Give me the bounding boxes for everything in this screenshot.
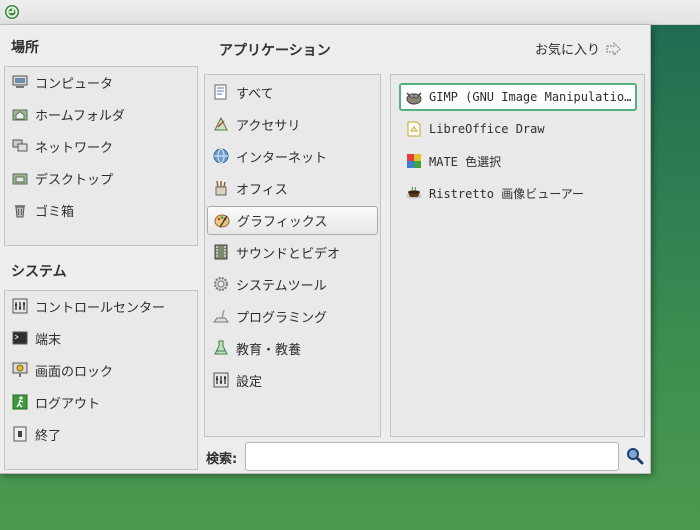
system-control-center[interactable]: コントロールセンター [11,294,165,318]
gimp-icon [405,88,423,106]
app-gimp-label: GIMP (GNU Image Manipulatio… [429,90,632,104]
category-all[interactable]: すべて [212,80,274,104]
applications-title: アプリケーション [219,43,331,59]
system-lock-screen[interactable]: 画面のロック [11,358,113,382]
film-icon [212,243,230,261]
app-libreoffice-draw-label: LibreOffice Draw [429,122,545,136]
settings-icon [212,371,230,389]
desktop-folder-icon [11,169,29,187]
category-graphics[interactable]: グラフィックス [207,206,378,235]
category-office[interactable]: オフィス [212,176,288,200]
control-center-icon [11,297,29,315]
place-computer-label: コンピュータ [35,76,114,92]
office-icon [212,179,230,197]
programming-icon [212,307,230,325]
place-desktop-label: デスクトップ [35,172,114,188]
top-panel [0,0,700,25]
system-control-center-label: コントロールセンター [35,300,166,316]
gear-icon [212,275,230,293]
category-settings[interactable]: 設定 [212,368,262,392]
palette-icon [213,212,231,230]
mate-menu-icon[interactable] [3,3,21,21]
category-sound-video[interactable]: サウンドとビデオ [212,240,340,264]
category-internet[interactable]: インターネット [212,144,327,168]
system-list: コントロールセンター 端末 画面のロック ログアウト 終了 [4,290,198,470]
system-logout-label: ログアウト [35,396,101,412]
education-icon [212,339,230,357]
lock-screen-icon [11,361,29,379]
color-picker-icon [405,152,423,170]
place-desktop[interactable]: デスクトップ [11,166,113,190]
category-education[interactable]: 教育・教養 [212,336,301,360]
place-computer[interactable]: コンピュータ [11,70,113,94]
place-trash-label: ゴミ箱 [35,204,75,220]
place-trash[interactable]: ゴミ箱 [11,198,74,222]
trash-icon [11,201,29,219]
apps-list: GIMP (GNU Image Manipulatio… LibreOffice… [390,74,645,437]
place-network[interactable]: ネットワーク [11,134,113,158]
category-sound-video-label: サウンドとビデオ [236,246,341,262]
home-folder-icon [11,105,29,123]
shutdown-icon [11,425,29,443]
network-icon [11,137,29,155]
search-input[interactable] [245,442,619,471]
application-menu: 場所 コンピュータ ホームフォルダ ネットワーク デスクトップ ゴミ箱 システム… [0,25,651,474]
accessories-icon [212,115,230,133]
favorites-label: お気に入り [535,43,601,58]
system-terminal-label: 端末 [35,332,62,348]
places-title: 場所 [11,40,39,56]
categories-list: すべて アクセサリ インターネット オフィス グラフィックス サウンドとビデオ … [204,74,381,437]
terminal-icon [11,329,29,347]
category-system-tools[interactable]: システムツール [212,272,327,296]
app-libreoffice-draw[interactable]: LibreOffice Draw [405,117,545,141]
favorites-button[interactable]: お気に入り [535,39,622,58]
place-network-label: ネットワーク [35,140,114,156]
app-ristretto[interactable]: Ristretto 画像ビューアー [405,181,584,205]
category-settings-label: 設定 [236,374,263,390]
document-icon [212,83,230,101]
category-programming-label: プログラミング [236,310,328,326]
system-terminal[interactable]: 端末 [11,326,61,350]
category-accessories-label: アクセサリ [236,118,301,134]
place-home-label: ホームフォルダ [35,108,125,124]
system-logout[interactable]: ログアウト [11,390,100,414]
app-ristretto-label: Ristretto 画像ビューアー [429,186,585,201]
category-programming[interactable]: プログラミング [212,304,327,328]
category-system-tools-label: システムツール [236,278,327,294]
search-label: 検索: [206,452,238,467]
arrow-right-icon [606,41,622,56]
app-color-picker-label: MATE 色選択 [429,154,502,169]
system-shutdown-label: 終了 [35,428,62,444]
places-list: コンピュータ ホームフォルダ ネットワーク デスクトップ ゴミ箱 [4,66,198,246]
category-education-label: 教育・教養 [236,342,302,358]
category-internet-label: インターネット [236,150,328,166]
logout-icon [11,393,29,411]
system-lock-screen-label: 画面のロック [35,364,114,380]
system-shutdown[interactable]: 終了 [11,422,61,446]
system-title: システム [11,264,67,280]
category-accessories[interactable]: アクセサリ [212,112,300,136]
app-gimp[interactable]: GIMP (GNU Image Manipulatio… [399,83,637,111]
place-home[interactable]: ホームフォルダ [11,102,125,126]
computer-icon [11,73,29,91]
category-office-label: オフィス [236,182,288,198]
search-icon[interactable] [624,445,646,467]
category-all-label: すべて [236,86,274,102]
globe-icon [212,147,230,165]
image-viewer-icon [405,184,423,202]
category-graphics-label: グラフィックス [237,215,328,230]
libreoffice-draw-icon [405,120,423,138]
app-color-picker[interactable]: MATE 色選択 [405,149,501,173]
